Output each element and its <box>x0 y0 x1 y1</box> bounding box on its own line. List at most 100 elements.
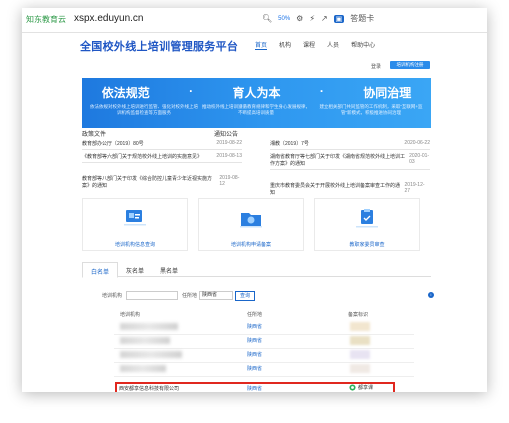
tab-graylist[interactable]: 灰名单 <box>118 262 152 276</box>
news-title[interactable]: 教育部办公厅〔2019〕80号 <box>82 140 144 147</box>
news-item[interactable]: 《教育部等六部门关于规范校外线上培训的实施意见》 2019-08-13 <box>82 153 242 160</box>
blurred-name <box>120 323 178 330</box>
card-label: 教职家委员审查 <box>349 242 385 248</box>
browser-window: 知东教育云 xspx.eduyun.cn 🔍︎ 50% ⚙ ⚡︎ ↗ ▣ 答题卡… <box>22 8 487 392</box>
card-review[interactable]: 教职家委员审查 <box>314 198 420 251</box>
nav-people[interactable]: 人员 <box>327 40 339 50</box>
slogan-dot: · <box>189 84 194 98</box>
news-date: 2020-01-03 <box>409 153 430 165</box>
card-label: 培训机构申请备案 <box>230 242 271 248</box>
login-link[interactable]: 登录 <box>371 63 381 70</box>
banner-text-3: 建立相关部门共同监管的工作机制，采取“互联网+监管”新模式，积极推进协同治理 <box>319 104 423 115</box>
news-list-right: 湘教〔2019〕7号 2020-06-22 湖南省教育厅等七部门关于印发《湖南省规… <box>270 140 430 198</box>
news-date: 2019-08-22 <box>216 140 242 146</box>
duxiang-logo-icon <box>349 384 356 391</box>
bolt-icon[interactable]: ⚡︎ <box>309 14 315 23</box>
blurred-logo <box>350 336 370 345</box>
blurred-name <box>120 351 182 358</box>
hero-banner: 依法规范 · 育人为本 · 协同治理 依法依规对校外线上培训进行监管、强化对校外… <box>82 78 431 128</box>
row-location: 陕西省 <box>247 386 263 392</box>
row-location: 陕西省 <box>247 324 263 330</box>
share-icon[interactable]: ↗ <box>321 14 328 23</box>
news-item[interactable]: 重庆市教育委员会关于开展校外线上培训备案审查工作的通知 2019-12-27 <box>270 182 430 196</box>
tab-blacklist[interactable]: 黑名单 <box>152 262 186 276</box>
cert-logo: 都享课 <box>349 384 373 391</box>
site-title: 全国校外线上培训管理服务平台 <box>80 41 239 53</box>
nav-home[interactable]: 首页 <box>255 40 268 50</box>
clipboard-check-icon <box>356 209 378 228</box>
browser-toolbar: 知东教育云 xspx.eduyun.cn 🔍︎ 50% ⚙ ⚡︎ ↗ ▣ 答题卡 <box>22 8 487 33</box>
card-apply-filing[interactable]: 培训机构申请备案 <box>198 198 304 251</box>
folder-upload-icon <box>240 213 262 228</box>
table-row[interactable]: 陕西省 <box>114 348 414 363</box>
news-item[interactable]: 教育部办公厅〔2019〕80号 2019-08-22 <box>82 140 242 147</box>
blurred-name <box>120 365 166 372</box>
answer-card-icon[interactable]: ▣ <box>333 14 345 23</box>
col-location: 任所地 <box>247 312 263 318</box>
search-icon[interactable]: 🔍︎ <box>262 14 272 23</box>
account-bar: 登录 培训机构注册 <box>82 58 431 76</box>
tab-whitelist[interactable]: 白名单 <box>82 262 119 278</box>
address-bar[interactable]: xspx.eduyun.cn <box>74 13 144 24</box>
institution-name[interactable]: 西安都享信息科技有限公司 <box>119 385 179 392</box>
blurred-logo <box>350 322 370 331</box>
nav-courses[interactable]: 课程 <box>303 40 315 50</box>
id-card-icon <box>124 210 146 226</box>
slogan-2: 育人为本 <box>232 86 281 100</box>
blurred-logo <box>350 364 370 373</box>
location-label: 任所地 <box>182 293 198 299</box>
answer-card-label[interactable]: 答题卡 <box>350 13 374 24</box>
register-button[interactable]: 培训机构注册 <box>390 61 430 69</box>
divider <box>270 169 430 170</box>
divider <box>82 149 242 150</box>
news-date: 2019-08-13 <box>216 153 242 159</box>
col-cert: 备案标识 <box>348 312 369 318</box>
slogan-1: 依法规范 <box>101 86 150 100</box>
card-institution-query[interactable]: 培训机构信息查询 <box>82 198 188 251</box>
news-item[interactable]: 教育部等八部门关于印发《综合防控儿童青少年近视实施方案》的通知 2019-08-1… <box>82 175 242 189</box>
search-bar: 培训机构 任所地 陕西省 查询 <box>102 291 432 301</box>
nav-help[interactable]: 帮助中心 <box>351 40 375 50</box>
col-name: 培训机构 <box>120 312 141 318</box>
news-date: 2019-12-27 <box>404 182 425 194</box>
news-title[interactable]: 《教育部等六部门关于规范校外线上培训的实施意见》 <box>82 153 202 160</box>
extension-icon[interactable]: ⚙ <box>296 14 303 23</box>
news-item[interactable]: 湖南省教育厅等七部门关于印发《湖南省规范校外线上培训工作方案》的通知 2020-0… <box>270 153 430 167</box>
news-date: 2019-08-12 <box>219 175 240 187</box>
news-title[interactable]: 重庆市教育委员会关于开展校外线上培训备案审查工作的通知 <box>270 182 405 196</box>
banner-slogans: 依法规范 · 育人为本 · 协同治理 <box>82 84 431 101</box>
table-row[interactable]: 陕西省 <box>114 320 414 335</box>
banner-text-2: 推动校外线上培训遵循教育规律和学生身心发展规律，不断提高培训质量 <box>202 104 310 115</box>
blurred-name <box>120 337 170 344</box>
slogan-3: 协同治理 <box>363 86 412 100</box>
nav-institutions[interactable]: 机构 <box>279 40 291 50</box>
search-label: 培训机构 <box>102 293 123 299</box>
news-list-left: 教育部办公厅〔2019〕80号 2019-08-22 《教育部等六部门关于规范校外… <box>82 140 242 191</box>
news-title[interactable]: 湖南省教育厅等七部门关于印发《湖南省规范校外线上培训工作方案》的通知 <box>270 153 409 167</box>
divider <box>82 162 242 163</box>
extension-label[interactable]: 知东教育云 <box>26 14 66 25</box>
site-header: 全国校外线上培训管理服务平台 首页 机构 课程 人员 帮助中心 <box>22 33 487 55</box>
news-title[interactable]: 湘教〔2019〕7号 <box>270 140 309 147</box>
row-location: 陕西省 <box>247 352 263 358</box>
location-select[interactable]: 陕西省 <box>199 291 233 300</box>
news-date: 2020-06-22 <box>404 140 430 146</box>
list-tabs: 白名单 灰名单 黑名单 <box>82 262 431 278</box>
info-icon[interactable]: i <box>428 292 434 298</box>
notice-heading[interactable]: 通知公告 <box>214 129 239 138</box>
news-item[interactable]: 湘教〔2019〕7号 2020-06-22 <box>270 140 430 147</box>
policy-heading[interactable]: 政策文件 <box>82 129 107 138</box>
divider <box>270 149 430 150</box>
site-nav: 首页 机构 课程 人员 帮助中心 <box>255 40 375 50</box>
banner-text-1: 依法依规对校外线上培训进行监管、强化对校外线上培训机构监督检查等方面服务 <box>90 104 198 115</box>
institution-input[interactable] <box>126 291 178 300</box>
card-label: 培训机构信息查询 <box>114 242 155 248</box>
news-title[interactable]: 教育部等八部门关于印发《综合防控儿童青少年近视实施方案》的通知 <box>82 175 219 189</box>
table-row[interactable]: 陕西省 <box>114 362 414 377</box>
browser-tools: 🔍︎ 50% ⚙ ⚡︎ ↗ ▣ 答题卡 <box>262 13 374 24</box>
row-location: 陕西省 <box>247 366 263 372</box>
row-location: 陕西省 <box>247 338 263 344</box>
search-button[interactable]: 查询 <box>235 291 255 301</box>
table-row[interactable]: 陕西省 <box>114 334 414 349</box>
zoom-level[interactable]: 50% <box>278 16 290 22</box>
